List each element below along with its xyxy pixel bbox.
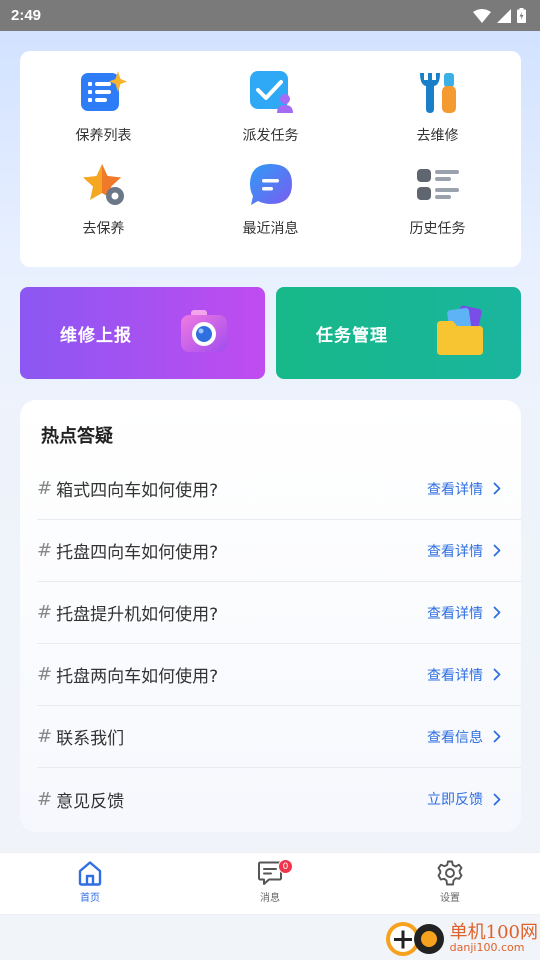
quick-action-label: 去保养 — [82, 221, 125, 237]
watermark: 单机100网 danji100.com — [382, 917, 538, 959]
wifi-icon — [473, 8, 491, 23]
watermark-url: danji100.com — [449, 940, 525, 954]
status-bar: 2:49 — [0, 0, 540, 31]
faq-question: 意见反馈 — [56, 791, 125, 812]
quick-action-maintain[interactable]: 去保养 — [20, 160, 187, 253]
gear-icon — [437, 860, 463, 886]
quick-action-repair[interactable]: 去维修 — [354, 67, 521, 160]
faq-title: 热点答疑 — [41, 426, 113, 447]
tab-settings-label: 设置 — [440, 893, 460, 904]
faq-question: 托盘两向车如何使用? — [56, 667, 219, 687]
watermark-text: 单机100网 — [449, 921, 538, 943]
tab-settings[interactable]: 设置 — [360, 853, 540, 914]
faq-row[interactable]: # 托盘四向车如何使用? 查看详情 — [37, 520, 521, 582]
task-manage-banner[interactable]: 任务管理 — [276, 287, 521, 379]
quick-action-history-tasks[interactable]: 历史任务 — [354, 160, 521, 253]
view-details-link[interactable]: 查看详情 — [427, 665, 501, 685]
quick-action-recent-messages[interactable]: 最近消息 — [187, 160, 354, 253]
hash-icon: # — [37, 602, 53, 623]
chevron-right-icon — [493, 482, 501, 495]
quick-action-label: 派发任务 — [242, 128, 299, 144]
chevron-right-icon — [493, 730, 501, 743]
chat-bubble-icon — [246, 160, 296, 210]
view-details-link[interactable]: 查看详情 — [427, 479, 501, 499]
quick-action-maintenance-list[interactable]: 保养列表 — [20, 67, 187, 160]
battery-icon — [517, 8, 526, 23]
hash-icon: # — [37, 478, 53, 499]
faq-question: 联系我们 — [56, 729, 125, 749]
status-time: 2:49 — [11, 7, 42, 24]
home-icon — [78, 861, 102, 886]
task-manage-label: 任务管理 — [316, 325, 388, 346]
view-details-link[interactable]: 查看详情 — [427, 603, 501, 623]
faq-row[interactable]: # 意见反馈 立即反馈 — [37, 768, 521, 830]
message-count-badge: 0 — [278, 859, 293, 874]
hash-icon: # — [37, 788, 53, 810]
quick-action-label: 最近消息 — [242, 221, 299, 237]
faq-list: # 箱式四向车如何使用? 查看详情 # 托盘四向车如何使用? 查看详情 # 托盘提升机… — [37, 458, 521, 830]
star-gear-icon — [79, 160, 129, 210]
faq-row[interactable]: # 托盘提升机如何使用? 查看详情 — [37, 582, 521, 644]
tab-messages[interactable]: 0 消息 — [180, 853, 360, 914]
faq-question: 托盘提升机如何使用? — [56, 605, 219, 625]
bottom-tab-bar: 首页 0 消息 设置 — [0, 852, 540, 915]
system-icons — [473, 8, 526, 23]
tab-home-label: 首页 — [80, 893, 100, 904]
quick-action-label: 历史任务 — [409, 221, 466, 237]
hash-icon: # — [37, 664, 53, 685]
repair-report-banner[interactable]: 维修上报 — [20, 287, 265, 379]
faq-row[interactable]: # 箱式四向车如何使用? 查看详情 — [37, 458, 521, 520]
maintenance-list-icon — [79, 67, 129, 117]
chevron-right-icon — [493, 606, 501, 619]
quick-action-label: 去维修 — [416, 128, 459, 144]
history-list-icon — [413, 160, 463, 210]
watermark-logo-icon — [385, 922, 444, 956]
signal-icon — [497, 8, 511, 23]
folder-icon — [435, 305, 485, 361]
chevron-right-icon — [493, 668, 501, 681]
dispatch-task-icon — [246, 67, 296, 117]
faq-card: 热点答疑 # 箱式四向车如何使用? 查看详情 # 托盘四向车如何使用? 查看详情 #… — [20, 400, 521, 832]
view-info-link[interactable]: 查看信息 — [427, 727, 501, 747]
repair-report-label: 维修上报 — [60, 325, 132, 346]
chevron-right-icon — [493, 544, 501, 557]
chevron-right-icon — [493, 793, 501, 805]
camera-icon — [179, 308, 229, 358]
faq-row[interactable]: # 联系我们 查看信息 — [37, 706, 521, 768]
faq-question: 托盘四向车如何使用? — [56, 543, 219, 563]
hash-icon: # — [37, 726, 53, 747]
faq-row[interactable]: # 托盘两向车如何使用? 查看详情 — [37, 644, 521, 706]
quick-actions-card: 保养列表 派发任务 去维修 去保养 最近消息 历史任务 — [20, 51, 521, 267]
quick-action-dispatch-task[interactable]: 派发任务 — [187, 67, 354, 160]
feedback-link[interactable]: 立即反馈 — [427, 789, 501, 809]
tab-home[interactable]: 首页 — [0, 853, 180, 914]
quick-action-label: 保养列表 — [75, 128, 132, 144]
view-details-link[interactable]: 查看详情 — [427, 541, 501, 561]
hash-icon: # — [37, 540, 53, 561]
faq-question: 箱式四向车如何使用? — [56, 481, 219, 501]
repair-tools-icon — [413, 67, 463, 117]
tab-messages-label: 消息 — [260, 893, 280, 904]
